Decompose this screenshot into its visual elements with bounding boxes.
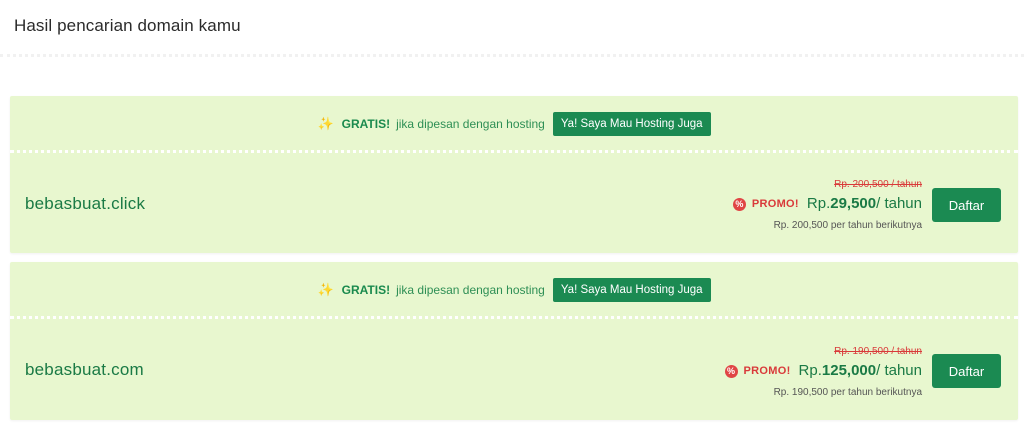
original-price: Rp. 200,500 / tahun bbox=[834, 179, 922, 190]
domain-name: bebasbuat.click bbox=[25, 194, 146, 213]
domain-name: bebasbuat.com bbox=[25, 360, 144, 379]
discount-icon: % bbox=[732, 197, 746, 211]
price-row: % PROMO! Rp. 29,500 / tahun bbox=[732, 193, 922, 215]
hosting-promo-bar: ✨ GRATIS! jika dipesan dengan hosting Ya… bbox=[10, 96, 1018, 152]
register-button[interactable]: Daftar bbox=[932, 354, 1001, 388]
promo-badge: PROMO! bbox=[751, 198, 799, 210]
sparkle-icon: ✨ bbox=[317, 116, 334, 131]
gratis-label: GRATIS! bbox=[341, 117, 391, 131]
register-button[interactable]: Daftar bbox=[932, 188, 1001, 222]
price-period: / tahun bbox=[876, 195, 922, 212]
discount-icon: % bbox=[724, 364, 738, 378]
price-currency: Rp. bbox=[806, 195, 831, 212]
hosting-promo-text: jika dipesan dengan hosting bbox=[396, 117, 545, 131]
page-title: Hasil pencarian domain kamu bbox=[14, 16, 241, 35]
price-value: 125,000 bbox=[821, 362, 877, 379]
price-currency: Rp. bbox=[798, 362, 822, 379]
promo-badge: PROMO! bbox=[743, 365, 791, 377]
price-row: % PROMO! Rp. 125,000 / tahun bbox=[724, 360, 922, 382]
sparkle-icon: ✨ bbox=[317, 282, 334, 297]
domain-result-card: ✨ GRATIS! jika dipesan dengan hosting Ya… bbox=[10, 262, 1018, 420]
gratis-label: GRATIS! bbox=[341, 283, 391, 297]
card-divider bbox=[10, 316, 1018, 319]
renewal-price: Rp. 200,500 per tahun berikutnya bbox=[773, 220, 922, 231]
price-value: 29,500 bbox=[830, 195, 877, 212]
original-price: Rp. 190,500 / tahun bbox=[834, 346, 922, 357]
price-block: Rp. 200,500 / tahun % PROMO! Rp. 29,500 … bbox=[732, 178, 922, 233]
header-divider bbox=[0, 54, 1024, 57]
hosting-promo-text: jika dipesan dengan hosting bbox=[396, 283, 545, 297]
domain-result-card: ✨ GRATIS! jika dipesan dengan hosting Ya… bbox=[10, 96, 1018, 253]
add-hosting-button[interactable]: Ya! Saya Mau Hosting Juga bbox=[552, 278, 711, 302]
page-header: Hasil pencarian domain kamu bbox=[0, 0, 1024, 58]
price-period: / tahun bbox=[876, 362, 922, 379]
renewal-price: Rp. 190,500 per tahun berikutnya bbox=[773, 387, 922, 398]
price-block: Rp. 190,500 / tahun % PROMO! Rp. 125,000… bbox=[724, 345, 922, 400]
hosting-promo-bar: ✨ GRATIS! jika dipesan dengan hosting Ya… bbox=[10, 262, 1018, 318]
card-divider bbox=[10, 150, 1018, 153]
add-hosting-button[interactable]: Ya! Saya Mau Hosting Juga bbox=[552, 112, 711, 136]
